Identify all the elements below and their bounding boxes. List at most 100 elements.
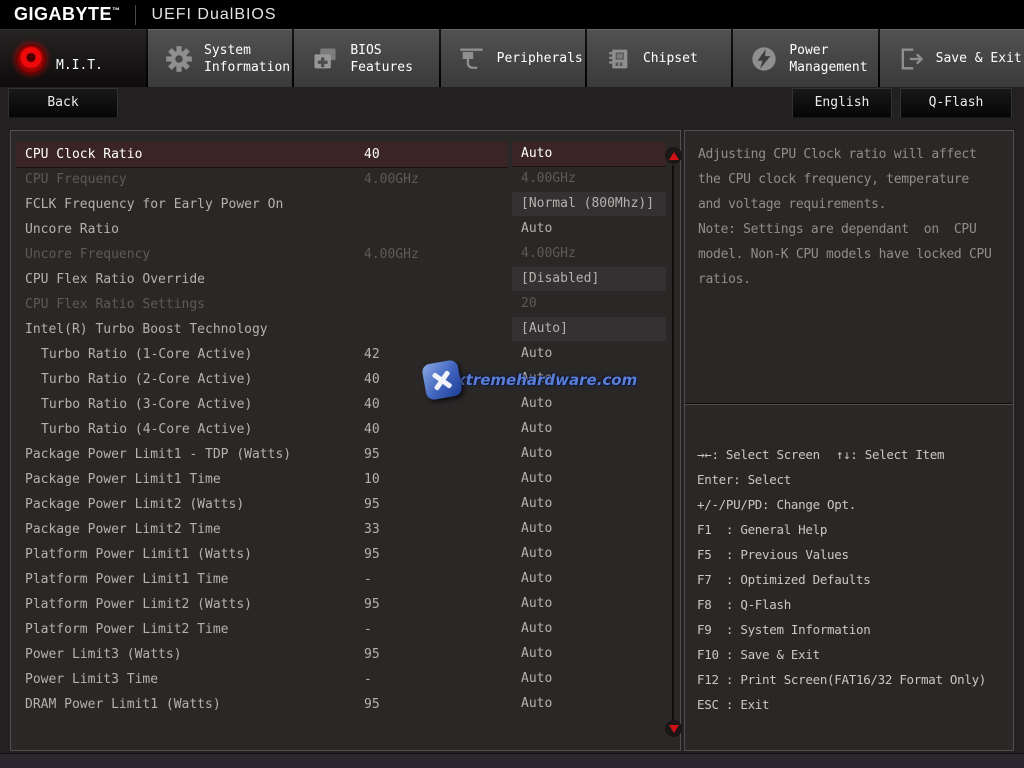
hotkey-line: →←: Select Screen ↑↓: Select Item xyxy=(697,442,1009,467)
setting-label: CPU Clock Ratio xyxy=(25,142,142,167)
hotkey-line: ESC : Exit xyxy=(697,692,1009,717)
help-text-line: Adjusting CPU Clock ratio will affect xyxy=(698,142,1005,167)
settings-row[interactable]: Platform Power Limit2 Time - Auto xyxy=(11,617,680,642)
setting-label: Uncore Frequency xyxy=(25,242,150,267)
setting-label: Turbo Ratio (1-Core Active) xyxy=(41,342,252,367)
settings-row[interactable]: Power Limit3 (Watts)95Auto xyxy=(11,642,680,667)
trademark-symbol: ™ xyxy=(112,6,121,15)
settings-row[interactable]: CPU Flex Ratio Override [Disabled] xyxy=(11,267,680,292)
help-panel: Adjusting CPU Clock ratio will affectthe… xyxy=(684,130,1014,751)
tab-power-management[interactable]: PowerManagement xyxy=(733,29,877,87)
setting-current-value: 4.00GHz xyxy=(364,167,419,192)
tab-save-exit[interactable]: Save & Exit xyxy=(880,29,1024,87)
scroll-up-button[interactable] xyxy=(665,147,682,164)
settings-row-main: CPU Frequency 4.00GHz xyxy=(16,167,508,192)
settings-row-main: Uncore Ratio xyxy=(16,217,508,242)
setting-option-value[interactable]: [Auto] xyxy=(512,317,666,341)
setting-option-value: Auto xyxy=(512,392,666,416)
setting-option-value: Auto xyxy=(512,142,666,166)
setting-option-value: Auto xyxy=(512,617,666,641)
back-button[interactable]: Back xyxy=(8,88,118,118)
settings-row[interactable]: DRAM Power Limit1 (Watts) 95 Auto xyxy=(11,692,680,717)
settings-row[interactable]: Package Power Limit1 - TDP (Watts)95Auto xyxy=(11,442,680,467)
settings-row-main: Platform Power Limit2 (Watts)95 xyxy=(16,592,508,617)
settings-row-main: Package Power Limit1 - TDP (Watts)95 xyxy=(16,442,508,467)
hotkey-line: F7 : Optimized Defaults xyxy=(697,567,1009,592)
tab-label: M.I.T. xyxy=(56,57,103,74)
settings-row-main: Platform Power Limit1 (Watts)95 xyxy=(16,542,508,567)
setting-option-value: Auto xyxy=(512,692,666,716)
settings-row[interactable]: CPU Clock Ratio40Auto xyxy=(11,142,680,167)
setting-label: Package Power Limit1 Time xyxy=(25,467,221,492)
setting-label: DRAM Power Limit1 (Watts) xyxy=(25,692,221,717)
setting-label: Power Limit3 (Watts) xyxy=(25,642,182,667)
setting-current-value: 95 xyxy=(364,642,380,667)
language-button[interactable]: English xyxy=(792,88,892,118)
setting-option-value: Auto xyxy=(512,492,666,516)
tab-system-information[interactable]: SystemInformation xyxy=(148,29,292,87)
help-text-line: model. Non-K CPU models have locked CPU xyxy=(698,242,1005,267)
tab-label: Peripherals xyxy=(497,50,583,67)
settings-row[interactable]: Uncore RatioAuto xyxy=(11,217,680,242)
settings-row[interactable]: Package Power Limit2 (Watts)95Auto xyxy=(11,492,680,517)
setting-current-value: 33 xyxy=(364,517,380,542)
settings-row-main: Platform Power Limit2 Time - xyxy=(16,617,508,642)
settings-row[interactable]: Intel(R) Turbo Boost Technology[Auto] xyxy=(11,317,680,342)
help-panel-divider xyxy=(685,403,1013,405)
uefi-bios-screen: { "header": { "brand": "GIGABYTE", "tm":… xyxy=(0,0,1024,768)
settings-row[interactable]: Turbo Ratio (2-Core Active)40Auto xyxy=(11,367,680,392)
setting-label: Turbo Ratio (4-Core Active) xyxy=(41,417,252,442)
settings-row-main: Uncore Frequency4.00GHz xyxy=(16,242,508,267)
settings-row[interactable]: Turbo Ratio (4-Core Active)40Auto xyxy=(11,417,680,442)
settings-row[interactable]: Turbo Ratio (1-Core Active)42Auto xyxy=(11,342,680,367)
title-divider xyxy=(135,5,136,25)
tab-chipset[interactable]: Chipset xyxy=(587,29,731,87)
setting-label: Uncore Ratio xyxy=(25,217,119,242)
settings-row[interactable]: Platform Power Limit1 Time-Auto xyxy=(11,567,680,592)
setting-option-value[interactable]: [Disabled] xyxy=(512,267,666,291)
setting-label: Platform Power Limit2 Time xyxy=(25,617,229,642)
setting-label: CPU Flex Ratio Override xyxy=(25,267,205,292)
settings-row-main: FCLK Frequency for Early Power On xyxy=(16,192,508,217)
help-text-line: Note: Settings are dependant on CPU xyxy=(698,217,1005,242)
tab-peripherals[interactable]: Peripherals xyxy=(441,29,585,87)
setting-current-value: 95 xyxy=(364,692,380,717)
settings-row[interactable]: Uncore Frequency4.00GHz4.00GHz xyxy=(11,242,680,267)
settings-row-main: CPU Clock Ratio40 xyxy=(16,142,508,167)
hotkey-legend: →←: Select Screen ↑↓: Select Item Enter:… xyxy=(697,442,1009,717)
setting-option-value[interactable]: [Normal (800Mhz)] xyxy=(512,192,666,216)
hotkey-select-screen: →←: Select Screen xyxy=(697,442,820,467)
scrollbar-track[interactable] xyxy=(672,165,674,725)
settings-row[interactable]: Package Power Limit2 Time 33 Auto xyxy=(11,517,680,542)
settings-row[interactable]: Power Limit3 Time-Auto xyxy=(11,667,680,692)
setting-label: Platform Power Limit1 Time xyxy=(25,567,229,592)
setting-label: Package Power Limit2 Time xyxy=(25,517,221,542)
setting-option-value: Auto xyxy=(512,517,666,541)
setting-label: Platform Power Limit1 (Watts) xyxy=(25,542,252,567)
item-help-text: Adjusting CPU Clock ratio will affectthe… xyxy=(698,142,1005,292)
settings-row[interactable]: Platform Power Limit1 (Watts)95Auto xyxy=(11,542,680,567)
setting-current-value: 95 xyxy=(364,492,380,517)
setting-option-value: Auto xyxy=(512,542,666,566)
tab-bios-features[interactable]: BIOSFeatures xyxy=(294,29,438,87)
settings-row-main: Package Power Limit1 Time10 xyxy=(16,467,508,492)
hotkey-line: F9 : System Information xyxy=(697,617,1009,642)
settings-row[interactable]: Platform Power Limit2 (Watts)95Auto xyxy=(11,592,680,617)
settings-row[interactable]: Package Power Limit1 Time10Auto xyxy=(11,467,680,492)
qflash-button[interactable]: Q-Flash xyxy=(900,88,1012,118)
setting-current-value: 40 xyxy=(364,367,380,392)
setting-current-value: - xyxy=(364,617,372,642)
bios-title: UEFI DualBIOS xyxy=(152,6,277,24)
settings-row[interactable]: FCLK Frequency for Early Power On[Normal… xyxy=(11,192,680,217)
tab-mit[interactable]: M.I.T. xyxy=(0,29,146,87)
main-menu-tabbar: M.I.T. SystemInformation BIOSFeatures Perip… xyxy=(0,29,1024,87)
settings-row-main: DRAM Power Limit1 (Watts) 95 xyxy=(16,692,508,717)
settings-row-main: Platform Power Limit1 Time- xyxy=(16,567,508,592)
tab-label: BIOSFeatures xyxy=(350,42,413,76)
settings-row[interactable]: CPU Flex Ratio Settings20 xyxy=(11,292,680,317)
settings-row[interactable]: Turbo Ratio (3-Core Active)40Auto xyxy=(11,392,680,417)
setting-option-value: Auto xyxy=(512,442,666,466)
setting-label: CPU Frequency xyxy=(25,167,127,192)
scroll-down-button[interactable] xyxy=(665,720,682,737)
settings-row[interactable]: CPU Frequency 4.00GHz4.00GHz xyxy=(11,167,680,192)
